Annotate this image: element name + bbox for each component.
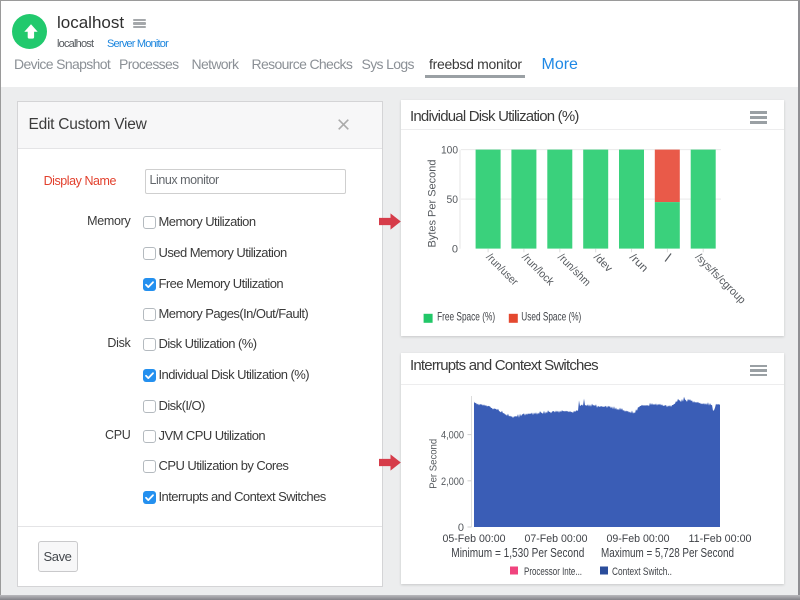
- svg-text:09-Feb 00:00: 09-Feb 00:00: [607, 533, 670, 545]
- svg-text:0: 0: [452, 244, 458, 256]
- svg-text:/run/lock: /run/lock: [519, 251, 556, 288]
- svg-text:100: 100: [441, 145, 458, 157]
- svg-text:2,000: 2,000: [441, 476, 464, 488]
- svg-text:Maximum = 5,728 Per Second: Maximum = 5,728 Per Second: [601, 546, 734, 560]
- svg-text:50: 50: [447, 194, 459, 206]
- svg-text:4,000: 4,000: [441, 430, 464, 442]
- svg-text:11-Feb 00:00: 11-Feb 00:00: [689, 533, 752, 545]
- svg-text:/run/user: /run/user: [483, 251, 520, 288]
- svg-text:Minimum = 1,530 Per Second: Minimum = 1,530 Per Second: [451, 546, 584, 560]
- svg-text:/sys/fs/cgroup: /sys/fs/cgroup: [693, 251, 748, 306]
- svg-text:Free Space (%): Free Space (%): [437, 310, 495, 324]
- svg-text:Per Second: Per Second: [428, 439, 440, 489]
- svg-text:Processor Inte...: Processor Inte...: [524, 566, 582, 578]
- svg-text:05-Feb 00:00: 05-Feb 00:00: [443, 533, 506, 545]
- svg-text:/dev: /dev: [591, 251, 615, 275]
- svg-text:/run/shm: /run/shm: [555, 251, 592, 288]
- svg-text:07-Feb 00:00: 07-Feb 00:00: [525, 533, 588, 545]
- svg-text:Context Switch..: Context Switch..: [612, 566, 672, 578]
- svg-text:Used Space (%): Used Space (%): [521, 310, 581, 324]
- svg-text:/run: /run: [627, 251, 650, 274]
- svg-text:Bytes Per Second: Bytes Per Second: [427, 160, 439, 248]
